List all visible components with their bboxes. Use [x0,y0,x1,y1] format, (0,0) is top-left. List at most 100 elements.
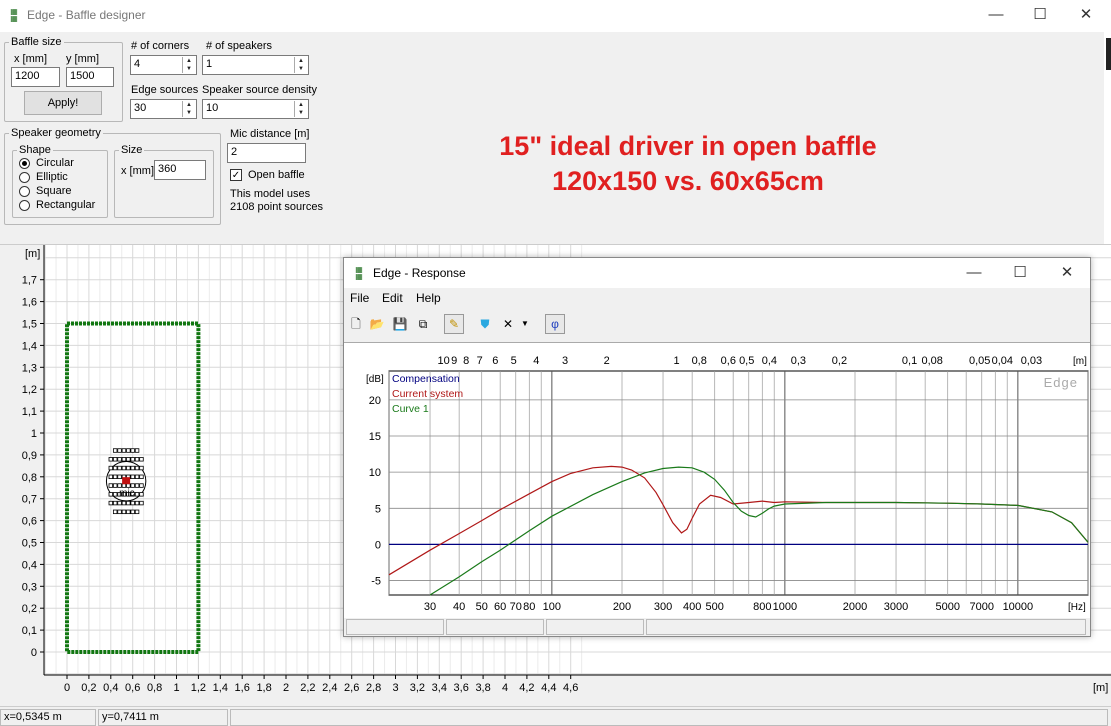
plot-y-tick-label: 1,1 [22,406,37,418]
plot-y-tick-label: 0,8 [22,472,37,484]
plot-y-tick-label: 0,2 [22,603,37,615]
chart-x-tick-label: 80 [523,601,535,613]
bell-icon[interactable]: ⛊ [475,314,495,334]
new-icon[interactable]: 🗋 [346,314,366,334]
mic-distance-input[interactable]: 2 [227,143,306,163]
minimize-icon[interactable]: — [973,0,1019,32]
response-chart[interactable]: -50510152030 40 50 60 70 80 100 200 300 400 500 800… [344,343,1090,619]
dropdown-icon[interactable]: ▼ [519,314,531,334]
spinner-arrows-icon[interactable]: ▲ ▼ [182,57,195,73]
point-source [112,509,118,515]
delete-icon[interactable]: ✕ [498,314,518,334]
open-baffle-label: Open baffle [248,169,305,181]
shape-radio-elliptic[interactable] [19,172,30,183]
edge-app-icon[interactable]: ▦ ▦ [6,8,22,23]
point-source [134,483,140,488]
chart-x-tick-label: 60 [494,601,506,613]
minimize-icon[interactable]: — [951,258,997,288]
edge-sources-label: Edge sources [131,84,199,96]
menu-file[interactable]: File [350,291,369,305]
shape-radio-rectangular[interactable] [19,200,30,211]
point-source [112,500,118,506]
chart-top-tick-label: 5 [511,355,517,367]
status-bar: x=0,5345 m y=0,7411 m [0,706,1111,726]
chart-x-tick-label: 70 [510,601,522,613]
point-source [108,457,113,462]
maximize-icon[interactable]: ☐ [997,258,1043,288]
point-source [139,474,144,479]
main-title-bar: ▦ ▦ Edge - Baffle designer — ☐ ✕ [0,0,1111,32]
shape-label: Shape [17,144,53,156]
baffle-x-input[interactable]: 1200 [11,67,60,87]
chart-top-tick-label: 0,8 [692,355,707,367]
save-icon[interactable]: 💾 [390,314,410,334]
chart-top-tick-label: 0,6 [721,355,736,367]
model-info-line2: 2108 point sources [230,201,323,213]
baffle-y-input[interactable]: 1500 [66,67,114,87]
plot-y-tick-label: 0,5 [22,538,37,550]
point-source [117,483,122,488]
spinner-arrows-icon[interactable]: ▲ ▼ [294,101,307,117]
point-source [130,465,135,471]
legend-entry: Compensation [392,373,460,385]
chart-x-tick-label: 1000 [773,601,797,613]
spinner-arrows-icon[interactable]: ▲ ▼ [182,101,195,117]
point-source [130,500,135,506]
chart-x-tick-label: 5000 [935,601,959,613]
corners-spinner[interactable]: 4 ▲ ▼ [130,55,197,75]
edge-sources-spinner[interactable]: 30 ▲ ▼ [130,99,197,119]
menu-edit[interactable]: Edit [382,291,403,305]
annotation-line2: 120x150 vs. 60x65cm [552,166,824,196]
maximize-icon[interactable]: ☐ [1017,0,1063,32]
pencil-icon[interactable]: ✎ [444,314,464,334]
point-source [121,465,127,471]
close-icon[interactable]: ✕ [1063,0,1109,32]
size-x-input[interactable]: 360 [154,160,206,180]
apply-button[interactable]: Apply! [24,91,102,115]
chart-top-tick-label: 7 [477,355,483,367]
point-source [121,448,127,453]
chart-top-tick-label: 6 [492,355,498,367]
baffle-size-label: Baffle size [9,36,64,48]
speakers-value: 1 [206,58,213,70]
open-icon[interactable]: 📂 [367,314,387,334]
plot-x-tick-label: 2,2 [300,682,315,694]
plot-x-tick-label: 1,6 [235,682,250,694]
point-source [112,492,118,497]
response-status-cell [446,619,544,635]
response-status-cell [346,619,444,635]
response-window[interactable]: ▦ ▦ Edge - Response — ☐ ✕ File Edit Help … [343,257,1091,637]
close-icon[interactable]: ✕ [1044,258,1090,288]
shape-label-elliptic: Elliptic [36,171,68,183]
point-source [126,483,131,488]
copy-icon[interactable]: ⧉ [413,314,433,334]
chart-x-label: [Hz] [1068,602,1086,613]
chart-top-tick-label: 0,03 [1021,355,1042,367]
speakers-spinner[interactable]: 1 ▲ ▼ [202,55,309,75]
source-density-value: 10 [206,102,219,114]
plot-y-tick-label: 1 [31,428,37,440]
edge-app-icon[interactable]: ▦ ▦ [351,266,367,281]
plot-x-tick-label: 3,4 [432,682,447,694]
open-baffle-checkbox[interactable]: ✓ [230,169,242,181]
plot-x-tick-label: 0,2 [81,682,96,694]
point-source [108,483,113,488]
chart-x-tick-label: 2000 [843,601,867,613]
point-source [130,483,135,488]
source-density-spinner[interactable]: 10 ▲ ▼ [202,99,309,119]
plot-x-tick-label: 2,6 [344,682,359,694]
point-source [108,465,113,471]
phi-icon[interactable]: φ [545,314,565,334]
point-source [117,448,122,453]
menu-help[interactable]: Help [416,291,441,305]
chart-top-tick-label: 0,2 [832,355,847,367]
plot-y-tick-label: 0 [31,647,37,659]
shape-radio-square[interactable] [19,186,30,197]
chart-x-tick-label: 7000 [970,601,994,613]
shape-radio-circular[interactable] [19,158,30,169]
point-source [117,457,122,462]
spinner-arrows-icon[interactable]: ▲ ▼ [294,57,307,73]
point-source [134,500,140,506]
plot-x-tick-label: 1,8 [256,682,271,694]
speakers-label: # of speakers [206,40,273,52]
